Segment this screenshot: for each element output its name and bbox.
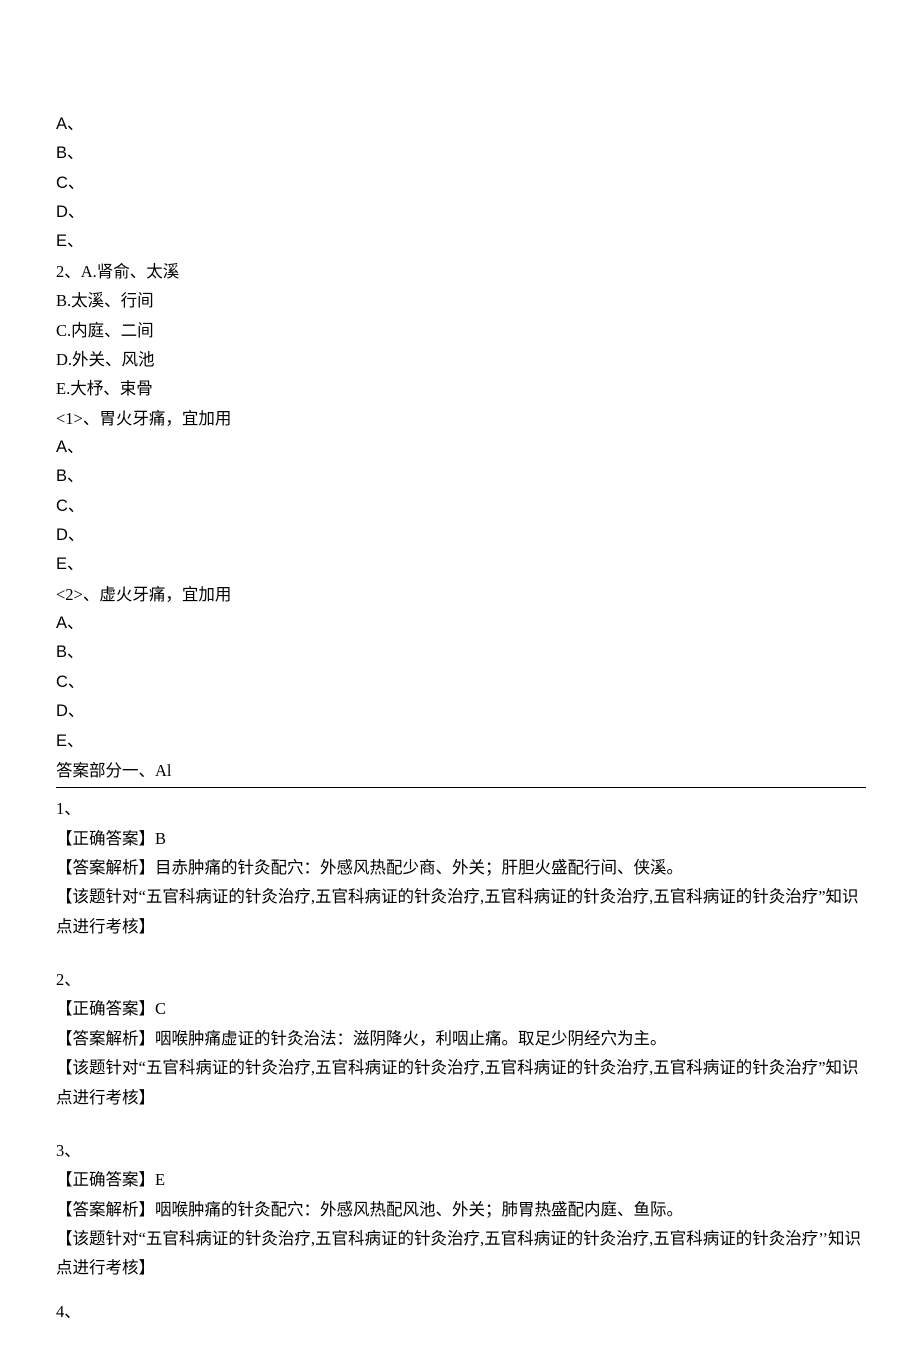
option-e: E、 <box>56 227 866 256</box>
answers-header: 答案部分一、Al <box>56 756 866 788</box>
q2-sub2-option-c: C、 <box>56 668 866 697</box>
answer-1-topic: 【该题针对“五官科病证的针灸治疗,五官科病证的针灸治疗,五官科病证的针灸治疗,五… <box>56 882 866 941</box>
answer-2-correct: 【正确答案】C <box>56 994 866 1023</box>
q2-choice-b: B.太溪、行间 <box>56 286 866 315</box>
answer-4-number: 4、 <box>56 1297 866 1326</box>
q2-sub1-option-d: D、 <box>56 521 866 550</box>
answer-3-correct: 【正确答案】E <box>56 1165 866 1194</box>
answer-1-correct: 【正确答案】B <box>56 824 866 853</box>
answer-2-topic: 【该题针对“五官科病证的针灸治疗,五官科病证的针灸治疗,五官科病证的针灸治疗,五… <box>56 1053 866 1112</box>
answer-1-explain: 【答案解析】目赤肿痛的针灸配穴：外感风热配少商、外关；肝胆火盛配行间、侠溪。 <box>56 853 866 882</box>
answer-3-explain: 【答案解析】咽喉肿痛的针灸配穴：外感风热配风池、外关；肺胃热盛配内庭、鱼际。 <box>56 1195 866 1224</box>
q2-sub2-option-e: E、 <box>56 727 866 756</box>
q2-choice-c: C.内庭、二间 <box>56 316 866 345</box>
q2-sub1-option-e: E、 <box>56 550 866 579</box>
option-b: B、 <box>56 139 866 168</box>
answer-4-block: 4、 <box>56 1297 866 1326</box>
answer-1-number: 1、 <box>56 794 866 823</box>
option-block-top: A、 B、 C、 D、 E、 <box>56 110 866 257</box>
q2-sub2-prompt: <2>、虚火牙痛，宜加用 <box>56 580 866 609</box>
option-c: C、 <box>56 169 866 198</box>
answer-2-explain: 【答案解析】咽喉肿痛虚证的针灸治法：滋阴降火，利咽止痛。取足少阴经穴为主。 <box>56 1024 866 1053</box>
answer-3-block: 3、 【正确答案】E 【答案解析】咽喉肿痛的针灸配穴：外感风热配风池、外关；肺胃… <box>56 1136 866 1283</box>
question-2-block: 2、A.肾俞、太溪 B.太溪、行间 C.内庭、二间 D.外关、风池 E.大杼、束… <box>56 257 866 756</box>
q2-choice-d: D.外关、风池 <box>56 345 866 374</box>
option-a: A、 <box>56 110 866 139</box>
q2-sub1-option-c: C、 <box>56 492 866 521</box>
q2-sub2-option-d: D、 <box>56 697 866 726</box>
q2-choice-e: E.大杼、束骨 <box>56 374 866 403</box>
q2-sub1-option-b: B、 <box>56 462 866 491</box>
q2-sub2-option-b: B、 <box>56 638 866 667</box>
answer-3-number: 3、 <box>56 1136 866 1165</box>
answer-2-number: 2、 <box>56 965 866 994</box>
answer-2-block: 2、 【正确答案】C 【答案解析】咽喉肿痛虚证的针灸治法：滋阴降火，利咽止痛。取… <box>56 965 866 1112</box>
q2-sub2-option-a: A、 <box>56 609 866 638</box>
q2-sub1-prompt: <1>、胃火牙痛，宜加用 <box>56 404 866 433</box>
answer-1-block: 1、 【正确答案】B 【答案解析】目赤肿痛的针灸配穴：外感风热配少商、外关；肝胆… <box>56 794 866 941</box>
document-page: A、 B、 C、 D、 E、 2、A.肾俞、太溪 B.太溪、行间 C.内庭、二间… <box>0 0 920 1366</box>
q2-sub1-option-a: A、 <box>56 433 866 462</box>
q2-choice-a: 2、A.肾俞、太溪 <box>56 257 866 286</box>
answer-3-topic: 【该题针对“五官科病证的针灸治疗,五官科病证的针灸治疗,五官科病证的针灸治疗,五… <box>56 1224 866 1283</box>
option-d: D、 <box>56 198 866 227</box>
